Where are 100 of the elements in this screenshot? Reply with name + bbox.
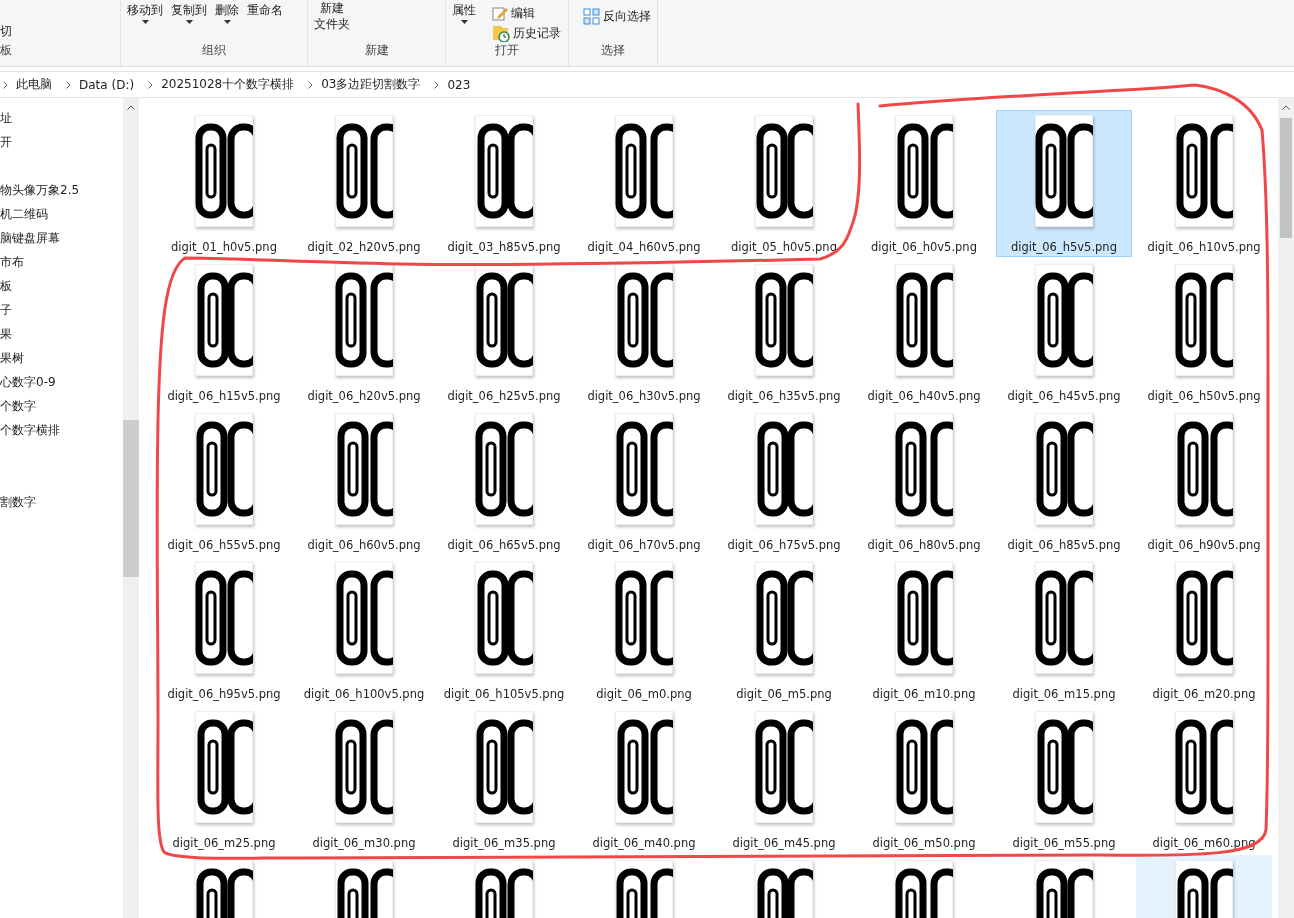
file-tile[interactable]: digit_06_h25v5.png xyxy=(436,259,572,406)
nav-item[interactable]: 果树 xyxy=(0,346,123,370)
file-tile[interactable]: digit_06_h0v5.png xyxy=(856,110,992,257)
file-tile[interactable]: digit_06_h35v5.png xyxy=(716,259,852,406)
breadcrumb[interactable]: Data (D:) xyxy=(79,77,135,92)
nav-item[interactable]: 址 xyxy=(0,106,123,130)
scrollbar[interactable] xyxy=(1278,98,1294,918)
file-tile[interactable]: digit_06_h90v5.png xyxy=(1136,408,1272,555)
file-tile[interactable]: digit_06_m50.png xyxy=(856,706,992,853)
ribbon-button[interactable]: 移动到 xyxy=(125,0,165,40)
file-name: digit_06_h55v5.png xyxy=(167,538,281,552)
breadcrumb[interactable]: 03多边距切割数字 xyxy=(321,76,421,93)
group-label: 打开 xyxy=(494,42,520,59)
file-tile[interactable]: digit_01_h0v5.png xyxy=(156,110,292,257)
file-name: digit_06_h50v5.png xyxy=(1147,389,1261,403)
file-name: digit_06_m10.png xyxy=(872,687,976,701)
file-tile[interactable]: digit_06_m20.png xyxy=(1136,557,1272,704)
file-name: digit_06_h25v5.png xyxy=(447,389,561,403)
file-tile[interactable]: digit_06_h15v5.png xyxy=(156,259,292,406)
ribbon-button[interactable]: 属性 xyxy=(450,0,478,40)
nav-item[interactable]: 子 xyxy=(0,298,123,322)
ribbon-button[interactable]: 历史记录 xyxy=(492,24,561,42)
file-name: digit_06_h40v5.png xyxy=(867,389,981,403)
ribbon-button[interactable]: 复制到 xyxy=(169,0,209,40)
file-tile[interactable]: digit_03_h85v5.png xyxy=(436,110,572,257)
file-name: digit_06_h95v5.png xyxy=(167,687,281,701)
file-tile[interactable]: digit_06_m25.png xyxy=(156,706,292,853)
nav-item[interactable]: 果 xyxy=(0,322,123,346)
file-tile[interactable]: digit_06_h10v5.png xyxy=(1136,110,1272,257)
file-tile[interactable]: digit_06_m60.png xyxy=(1136,706,1272,853)
file-tile[interactable]: digit_06_h30v5.png xyxy=(576,259,712,406)
ribbon-button[interactable]: 重命名 xyxy=(245,0,285,40)
file-tile[interactable]: digit_06_h40v5.png xyxy=(856,259,992,406)
breadcrumb[interactable]: 此电脑 xyxy=(16,76,52,93)
nav-item[interactable]: 机二维码 xyxy=(0,202,123,226)
scrollbar-thumb[interactable] xyxy=(123,420,139,577)
nav-item[interactable]: 个数字横排 xyxy=(0,418,123,442)
file-name: digit_05_h0v5.png xyxy=(731,240,837,254)
ribbon-button[interactable]: 反向选择 xyxy=(583,7,651,25)
file-tile[interactable]: digit_06_h55v5.png xyxy=(156,408,292,555)
file-tile[interactable]: digit_06_h85v5.png xyxy=(996,408,1132,555)
nav-item[interactable]: 割数字 xyxy=(0,490,123,514)
file-tile[interactable]: digit_06_m0.png xyxy=(576,557,712,704)
nav-item[interactable]: 个数字 xyxy=(0,394,123,418)
ribbon-button[interactable]: 删除 xyxy=(213,0,241,40)
file-tile[interactable]: digit_06_h105v5.png xyxy=(436,557,572,704)
file-name: digit_06_m40.png xyxy=(592,836,696,850)
file-name: digit_06_m5.png xyxy=(736,687,832,701)
file-tile[interactable]: digit_06_m10.png xyxy=(856,557,992,704)
file-tile[interactable]: digit_06_m15.png xyxy=(996,557,1132,704)
file-tile[interactable]: digit_06_m5.png xyxy=(716,557,852,704)
file-name: digit_06_m20.png xyxy=(1152,687,1256,701)
file-tile[interactable]: digit_06_h80v5.png xyxy=(856,408,992,555)
file-name: digit_06_h70v5.png xyxy=(587,538,701,552)
file-tile[interactable]: digit_05_h0v5.png xyxy=(716,110,852,257)
breadcrumb[interactable]: 20251028十个数字横排 xyxy=(161,76,295,93)
history-icon xyxy=(492,24,510,42)
file-tile[interactable]: digit_04_h60v5.png xyxy=(576,110,712,257)
nav-item[interactable]: 市布 xyxy=(0,250,123,274)
file-name: digit_06_m0.png xyxy=(596,687,692,701)
nav-item[interactable]: 开 xyxy=(0,130,123,154)
address-bar[interactable]: 此电脑 Data (D:) 20251028十个数字横排 03多边距切割数字 023 xyxy=(0,71,1294,98)
file-tile[interactable]: digit_06_h45v5.png xyxy=(996,259,1132,406)
file-tile[interactable]: digit_06_h20v5.png xyxy=(296,259,432,406)
file-tile[interactable]: digit_06_h95v5.png xyxy=(156,557,292,704)
nav-item[interactable]: 心数字0-9 xyxy=(0,370,123,394)
file-tile[interactable]: digit_06_h50v5.png xyxy=(1136,259,1272,406)
file-tile[interactable]: digit_06_m55.png xyxy=(996,706,1132,853)
ribbon-button[interactable]: 编辑 xyxy=(492,4,561,22)
scrollbar[interactable] xyxy=(123,98,139,918)
caret-icon xyxy=(185,20,193,24)
chevron-icon xyxy=(3,80,8,89)
group-label: 新建 xyxy=(363,42,390,59)
file-tile[interactable]: digit_06_m30.png xyxy=(296,706,432,853)
ribbon-button[interactable]: 切 xyxy=(0,22,12,40)
chevron-icon xyxy=(148,80,154,89)
file-name: digit_06_h10v5.png xyxy=(1147,240,1261,254)
file-tile[interactable]: digit_06_h100v5.png xyxy=(296,557,432,704)
nav-item[interactable]: 脑键盘屏幕 xyxy=(0,226,123,250)
ribbon-button[interactable]: 新建 文件夹 xyxy=(312,0,352,40)
scrollbar-thumb[interactable] xyxy=(1280,118,1292,238)
file-name: digit_06_h90v5.png xyxy=(1147,538,1261,552)
file-tile[interactable]: digit_06_m35.png xyxy=(436,706,572,853)
file-tile[interactable]: digit_06_h65v5.png xyxy=(436,408,572,555)
file-tile[interactable]: digit_06_h60v5.png xyxy=(296,408,432,555)
file-name: digit_06_h20v5.png xyxy=(307,389,421,403)
file-tile[interactable]: digit_06_m45.png xyxy=(716,706,852,853)
file-name: digit_06_h80v5.png xyxy=(867,538,981,552)
file-tile[interactable]: digit_06_h70v5.png xyxy=(576,408,712,555)
nav-item[interactable]: 板 xyxy=(0,274,123,298)
breadcrumb[interactable]: 023 xyxy=(447,77,471,92)
file-tile[interactable]: digit_06_h75v5.png xyxy=(716,408,852,555)
nav-item[interactable]: 物头像万象2.5 xyxy=(0,178,123,202)
file-name: digit_06_m50.png xyxy=(872,836,976,850)
file-name: digit_06_h5v5.png xyxy=(1011,240,1117,254)
caret-icon xyxy=(223,20,231,24)
file-tile[interactable]: digit_06_h5v5.png xyxy=(996,110,1132,257)
file-name: digit_06_m15.png xyxy=(1012,687,1116,701)
file-tile[interactable]: digit_02_h20v5.png xyxy=(296,110,432,257)
file-tile[interactable]: digit_06_m40.png xyxy=(576,706,712,853)
